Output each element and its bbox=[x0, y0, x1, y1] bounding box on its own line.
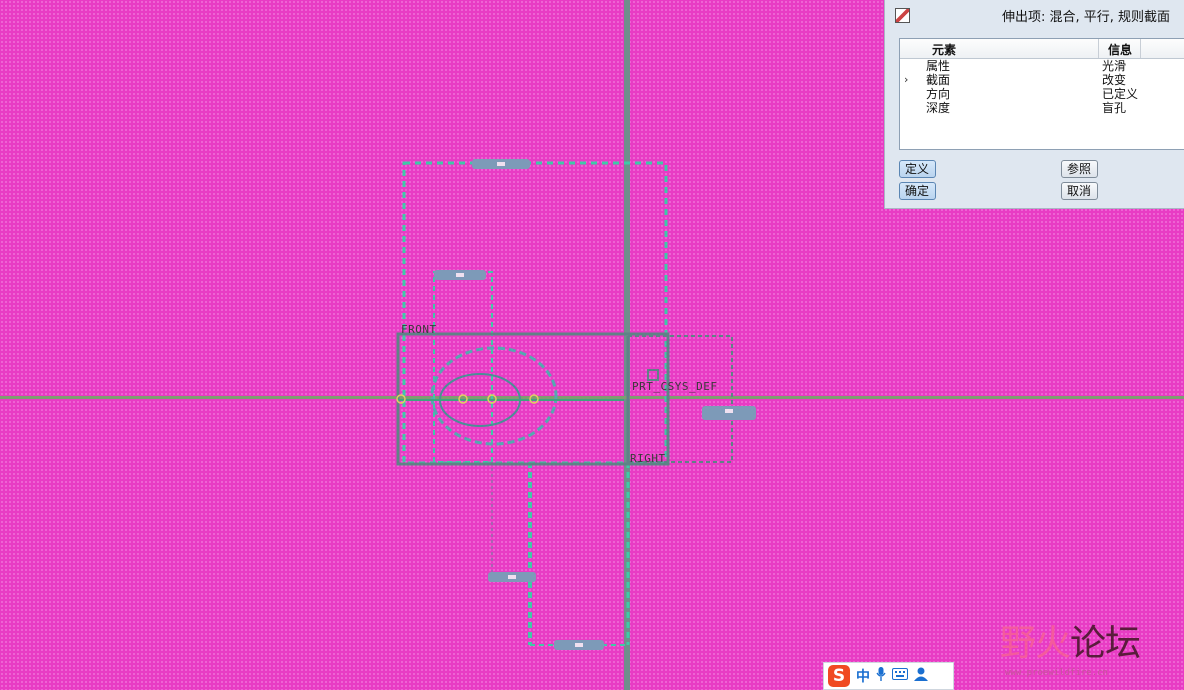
current-row-arrow-icon: › bbox=[904, 73, 909, 86]
define-button[interactable]: 定义 bbox=[899, 160, 936, 178]
element-info: 盲孔 bbox=[1102, 101, 1127, 115]
table-row[interactable]: 属性 光滑 bbox=[900, 59, 1184, 73]
element-name: 截面 bbox=[926, 73, 951, 87]
table-header: 元素 信息 bbox=[900, 39, 1184, 59]
ime-mode-toggle[interactable]: 中 bbox=[856, 666, 870, 686]
column-divider bbox=[1140, 39, 1141, 58]
ok-button[interactable]: 确定 bbox=[899, 182, 936, 200]
watermark-url: www.proewildfire.cn bbox=[1005, 668, 1108, 678]
element-name: 深度 bbox=[926, 101, 951, 115]
datum-plane-top bbox=[0, 396, 1184, 399]
watermark-text-b: 论坛 bbox=[1070, 623, 1141, 664]
element-info: 已定义 bbox=[1102, 87, 1139, 101]
watermark-text-a: 野火 bbox=[1000, 623, 1071, 664]
csys-label: PRT_CSYS_DEF bbox=[632, 380, 718, 393]
front-plane-label: FRONT bbox=[401, 323, 437, 336]
user-icon[interactable] bbox=[914, 667, 930, 685]
right-plane-label: RIGHT bbox=[630, 452, 666, 465]
dimension-tag-left[interactable] bbox=[434, 270, 486, 280]
element-info: 光滑 bbox=[1102, 59, 1127, 73]
cancel-button[interactable]: 取消 bbox=[1061, 182, 1098, 200]
feature-dialog: 伸出项: 混合, 平行, 规则截面 元素 信息 属性 光滑 › 截面 改变 方向… bbox=[884, 0, 1184, 209]
dimension-tag-top[interactable] bbox=[472, 159, 530, 169]
table-row[interactable]: › 截面 改变 bbox=[900, 73, 1184, 87]
dimension-tag-bottom[interactable] bbox=[554, 640, 604, 650]
table-row[interactable]: 方向 已定义 bbox=[900, 87, 1184, 101]
keyboard-icon[interactable] bbox=[892, 668, 908, 684]
dimension-tag-right[interactable] bbox=[702, 406, 756, 420]
ime-toolbar[interactable]: S 中 bbox=[823, 662, 954, 690]
element-name: 方向 bbox=[926, 87, 951, 101]
csys-marker bbox=[647, 369, 659, 381]
element-table[interactable]: 元素 信息 属性 光滑 › 截面 改变 方向 已定义 深度 盲孔 bbox=[899, 38, 1184, 150]
element-info: 改变 bbox=[1102, 73, 1127, 87]
sogou-logo-icon[interactable]: S bbox=[828, 665, 850, 687]
mic-icon[interactable] bbox=[876, 667, 886, 685]
column-header-element: 元素 bbox=[932, 43, 957, 57]
column-divider bbox=[1098, 39, 1099, 58]
dialog-app-icon bbox=[895, 8, 910, 23]
forum-watermark: 野火论坛 bbox=[1000, 614, 1141, 666]
element-name: 属性 bbox=[926, 59, 951, 73]
dimension-tag-bottom-left[interactable] bbox=[488, 572, 536, 582]
dialog-title: 伸出项: 混合, 平行, 规则截面 bbox=[1001, 10, 1170, 25]
table-row[interactable]: 深度 盲孔 bbox=[900, 101, 1184, 115]
reference-button[interactable]: 参照 bbox=[1061, 160, 1098, 178]
column-header-info: 信息 bbox=[1108, 43, 1133, 57]
